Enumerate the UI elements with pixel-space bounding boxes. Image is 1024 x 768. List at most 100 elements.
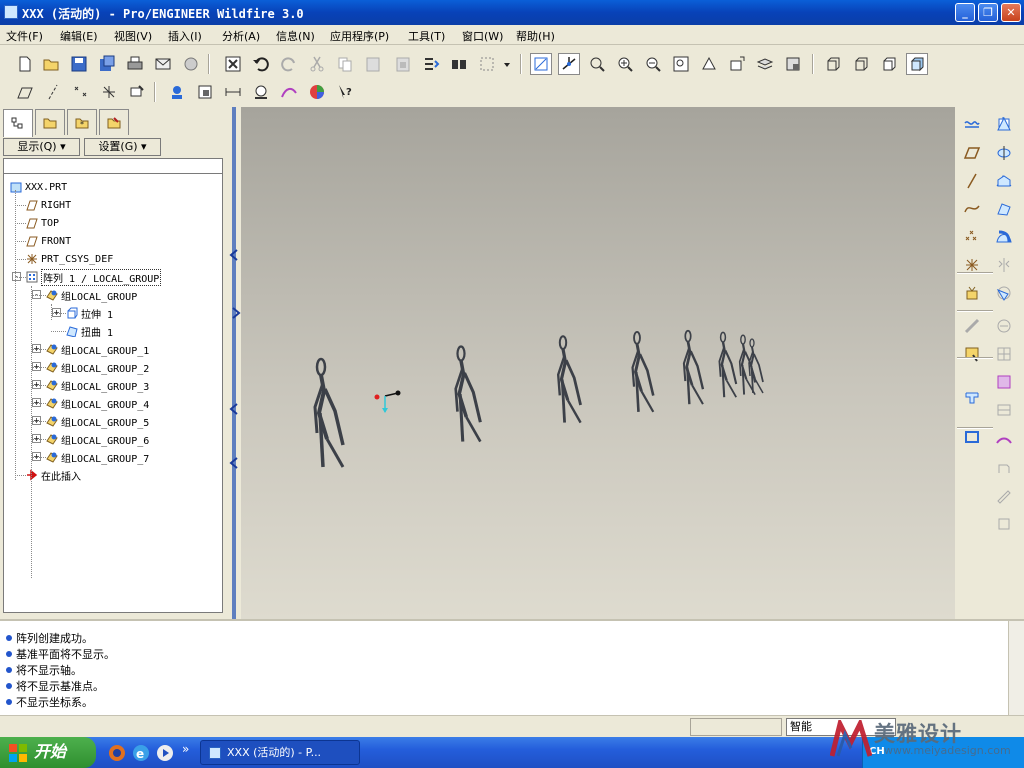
color-appearance-icon[interactable] xyxy=(306,81,328,103)
layers-icon[interactable] xyxy=(754,53,776,75)
mass-props-icon[interactable] xyxy=(250,81,272,103)
measure-icon[interactable] xyxy=(222,81,244,103)
expand-arrow-icon[interactable] xyxy=(231,307,241,319)
sash-bar[interactable] xyxy=(232,107,236,619)
stick-figure[interactable] xyxy=(556,335,582,424)
spin-center-icon[interactable] xyxy=(558,53,580,75)
menu-info[interactable]: 信息(N) xyxy=(276,28,315,44)
collapse-arrow-icon[interactable] xyxy=(229,403,239,415)
named-view-icon[interactable] xyxy=(194,81,216,103)
tree-item[interactable]: 组LOCAL_GROUP_4 xyxy=(46,395,149,411)
collapse-arrow-icon[interactable] xyxy=(229,249,239,261)
taskbar-item-proe[interactable]: XXX (活动的) - P... xyxy=(200,740,360,765)
undo-icon[interactable] xyxy=(250,53,272,75)
collapse-arrow-icon[interactable] xyxy=(229,457,239,469)
datum-points-icon[interactable] xyxy=(70,81,92,103)
menu-edit[interactable]: 编辑(E) xyxy=(60,28,98,44)
cut-icon[interactable] xyxy=(306,53,328,75)
blend-icon[interactable] xyxy=(992,198,1016,220)
open-folder-icon[interactable] xyxy=(40,53,62,75)
coord-systems-icon[interactable] xyxy=(98,81,120,103)
datum-planes-icon[interactable] xyxy=(14,81,36,103)
message-scrollbar[interactable] xyxy=(1008,621,1024,715)
tree-item[interactable]: 组LOCAL_GROUP_3 xyxy=(46,377,149,393)
copy-icon[interactable] xyxy=(334,53,356,75)
tree-item[interactable]: TOP xyxy=(26,215,59,231)
tree-item[interactable]: 拉伸 1 xyxy=(66,305,113,321)
tree-item[interactable]: 组LOCAL_GROUP xyxy=(46,287,137,303)
wrap-icon[interactable] xyxy=(992,485,1016,507)
favorites-tab[interactable]: * xyxy=(67,109,97,135)
menu-view[interactable]: 视图(V) xyxy=(114,28,152,44)
stick-figure[interactable] xyxy=(313,357,345,468)
start-button[interactable]: 开始 xyxy=(0,737,96,768)
media-icon[interactable] xyxy=(156,744,174,762)
axis-icon[interactable] xyxy=(960,170,984,192)
new-file-icon[interactable] xyxy=(14,53,36,75)
dropdown-caret-icon[interactable] xyxy=(503,61,511,69)
tree-item[interactable]: 在此插入 xyxy=(26,467,81,483)
point-icon[interactable] xyxy=(960,226,984,248)
style-icon[interactable] xyxy=(992,513,1016,535)
context-help-icon[interactable]: ? xyxy=(334,81,356,103)
quick-launch-chevron[interactable]: » xyxy=(182,742,189,756)
tree-item[interactable]: 组LOCAL_GROUP_5 xyxy=(46,413,149,429)
menu-help[interactable]: 帮助(H) xyxy=(516,28,555,44)
wireframe-icon[interactable] xyxy=(822,53,844,75)
menu-file[interactable]: 文件(F) xyxy=(6,28,43,44)
tree-item[interactable]: PRT_CSYS_DEF xyxy=(26,251,113,267)
save-copy-icon[interactable] xyxy=(96,53,118,75)
email-link-icon[interactable] xyxy=(180,53,202,75)
extrude-tool-icon[interactable] xyxy=(960,386,984,408)
stick-figure[interactable] xyxy=(631,331,655,413)
model-player-icon[interactable] xyxy=(166,81,188,103)
panel-sash[interactable] xyxy=(228,107,241,619)
menu-tools[interactable]: 工具(T) xyxy=(408,28,445,44)
orient-icon[interactable] xyxy=(586,53,608,75)
tree-item[interactable]: RIGHT xyxy=(26,197,71,213)
tree-item[interactable]: XXX.PRT xyxy=(10,179,67,195)
sketch-tool-icon[interactable] xyxy=(960,315,984,337)
menu-insert[interactable]: 插入(I) xyxy=(168,28,202,44)
paste-icon[interactable] xyxy=(362,53,384,75)
tree-item[interactable]: 组LOCAL_GROUP_2 xyxy=(46,359,149,375)
repaint-icon[interactable] xyxy=(530,53,552,75)
thicken-icon[interactable] xyxy=(992,399,1016,421)
no-hidden-icon[interactable] xyxy=(878,53,900,75)
round-icon[interactable] xyxy=(992,170,1016,192)
app-icon[interactable] xyxy=(4,5,18,19)
model-scene[interactable] xyxy=(241,107,955,619)
folder-browser-tab[interactable] xyxy=(35,109,65,135)
shell-icon[interactable] xyxy=(960,426,984,448)
menu-applications[interactable]: 应用程序(P) xyxy=(330,28,389,44)
settings-dropdown[interactable]: 设置(G) ▾ xyxy=(84,138,161,156)
curvature-icon[interactable] xyxy=(278,81,300,103)
email-icon[interactable] xyxy=(152,53,174,75)
maximize-button[interactable]: ❐ xyxy=(978,3,998,22)
view-manager-icon[interactable] xyxy=(782,53,804,75)
minimize-button[interactable]: _ xyxy=(955,3,975,22)
print-icon[interactable] xyxy=(124,53,146,75)
tree-item[interactable]: 扭曲 1 xyxy=(66,323,113,339)
annotation-icon[interactable] xyxy=(126,81,148,103)
project-icon[interactable] xyxy=(992,457,1016,479)
find-icon[interactable] xyxy=(448,53,470,75)
shading-icon[interactable] xyxy=(906,53,928,75)
tree-item[interactable]: 组LOCAL_GROUP_7 xyxy=(46,449,149,465)
sketch-icon[interactable] xyxy=(960,343,984,365)
model-tree-tab[interactable] xyxy=(3,109,33,137)
menu-window[interactable]: 窗口(W) xyxy=(462,28,503,44)
stick-figure[interactable] xyxy=(718,331,738,398)
rib-icon[interactable] xyxy=(992,282,1016,304)
datum-off-icon[interactable] xyxy=(960,113,984,135)
draft-icon[interactable] xyxy=(992,113,1016,135)
refit-icon[interactable] xyxy=(670,53,692,75)
pattern-tool-icon[interactable] xyxy=(992,343,1016,365)
menu-analysis[interactable]: 分析(A) xyxy=(222,28,260,44)
stick-figure[interactable] xyxy=(454,345,482,443)
stick-figure[interactable] xyxy=(748,338,764,394)
select-box-icon[interactable] xyxy=(476,53,498,75)
regenerate-icon[interactable] xyxy=(420,53,442,75)
datum-axes-icon[interactable] xyxy=(42,81,64,103)
offset-icon[interactable] xyxy=(992,371,1016,393)
